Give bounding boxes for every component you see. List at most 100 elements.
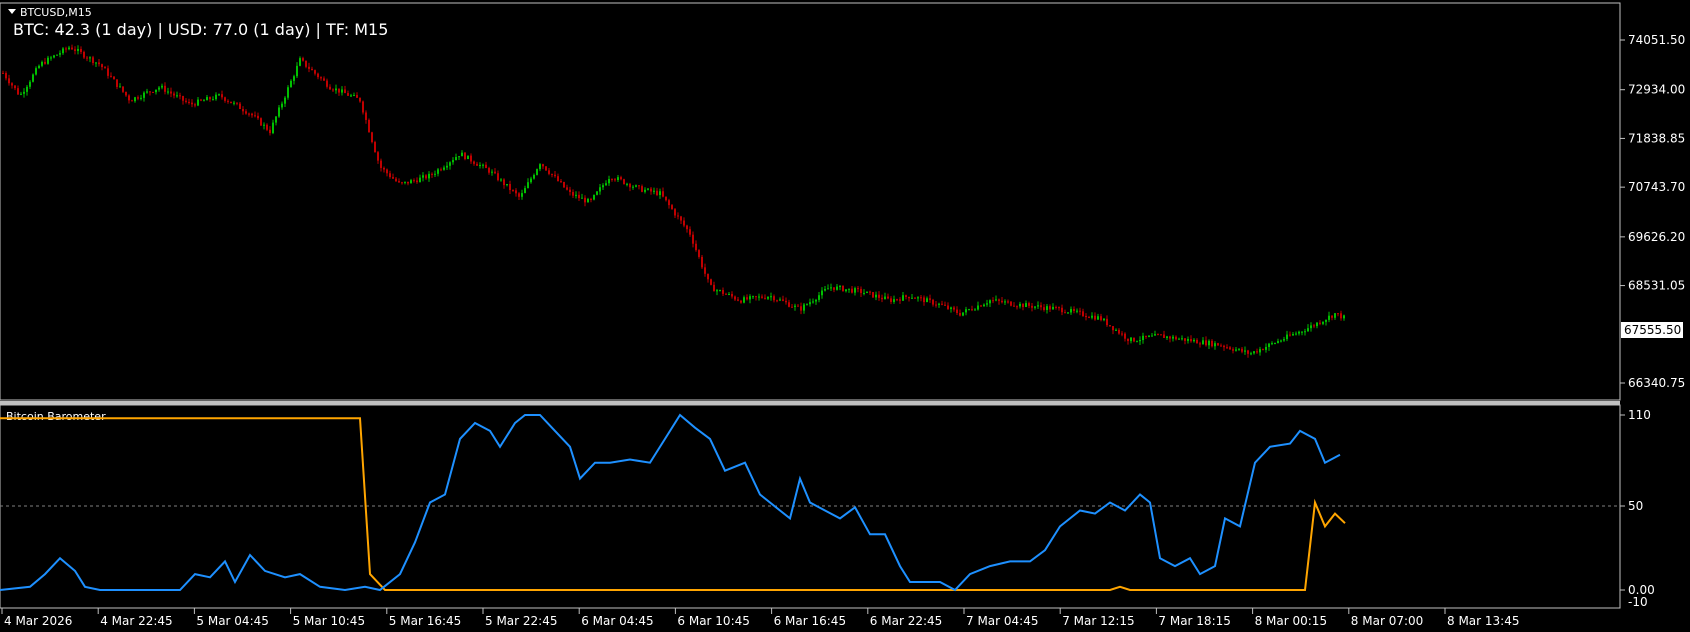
- candle-body: [992, 300, 994, 302]
- candle-body: [1304, 331, 1306, 333]
- candle-body: [437, 169, 439, 174]
- candle-body: [635, 185, 637, 187]
- candle-body: [212, 99, 214, 101]
- candle-body: [1082, 311, 1084, 316]
- candle-body: [1076, 310, 1078, 312]
- candle-body: [1202, 340, 1204, 345]
- candle-body: [602, 185, 604, 188]
- candle-body: [389, 173, 391, 178]
- candle-body: [521, 193, 523, 197]
- candle-body: [1196, 339, 1198, 344]
- candle-body: [200, 99, 202, 101]
- candle-body: [764, 297, 766, 299]
- candle-body: [326, 80, 328, 87]
- candle-body: [779, 299, 781, 301]
- candle-body: [773, 296, 775, 301]
- candle-body: [914, 297, 916, 299]
- candle-body: [1094, 315, 1096, 320]
- candle-body: [947, 305, 949, 309]
- candle-body: [308, 66, 310, 69]
- candle-body: [797, 305, 799, 307]
- candle-body: [305, 60, 307, 67]
- candle-body: [650, 188, 652, 192]
- candle-body: [1160, 334, 1162, 336]
- candle-body: [1127, 338, 1129, 342]
- trading-chart[interactable]: BTCUSD,M15 BTC: 42.3 (1 day) | USD: 77.0…: [0, 0, 1690, 632]
- candle-body: [614, 179, 616, 181]
- candle-body: [311, 68, 313, 71]
- candle-body: [884, 296, 886, 300]
- candle-body: [473, 161, 475, 164]
- candle-body: [71, 47, 73, 50]
- candle-body: [617, 177, 619, 180]
- candle-body: [170, 91, 172, 94]
- candle-body: [644, 189, 646, 192]
- candle-body: [1016, 306, 1018, 308]
- candle-body: [152, 91, 154, 93]
- candle-body: [410, 180, 412, 184]
- candle-body: [1190, 339, 1192, 342]
- candle-body: [1283, 339, 1285, 341]
- candle-body: [173, 93, 175, 96]
- candle-body: [788, 302, 790, 307]
- candle-body: [656, 190, 658, 196]
- candle-body: [587, 198, 589, 203]
- time-tick-label: 8 Mar 00:15: [1255, 614, 1328, 628]
- candle-body: [971, 309, 973, 311]
- candle-body: [803, 304, 805, 311]
- candle-body: [314, 70, 316, 74]
- candle-body: [296, 65, 298, 77]
- candle-body: [1019, 303, 1021, 307]
- panel-separator[interactable]: [0, 401, 1620, 405]
- time-tick-label: 5 Mar 04:45: [196, 614, 269, 628]
- candle-body: [26, 86, 28, 92]
- candle-body: [95, 62, 97, 64]
- candle-body: [1169, 336, 1171, 339]
- candle-body: [641, 186, 643, 192]
- candle-body: [689, 229, 691, 235]
- candle-body: [269, 129, 271, 134]
- candle-body: [140, 97, 142, 99]
- candle-body: [1046, 306, 1048, 310]
- candle-body: [455, 157, 457, 161]
- candle-body: [566, 187, 568, 190]
- candle-body: [1097, 316, 1099, 320]
- candle-body: [527, 182, 529, 189]
- candle-body: [740, 300, 742, 303]
- candle-body: [263, 124, 265, 126]
- candle-body: [1115, 329, 1117, 331]
- candle-body: [509, 184, 511, 191]
- candle-body: [902, 295, 904, 301]
- time-tick-label: 8 Mar 07:00: [1351, 614, 1424, 628]
- candle-body: [782, 299, 784, 301]
- time-tick-label: 4 Mar 22:45: [100, 614, 173, 628]
- candle-body: [1178, 338, 1180, 340]
- candle-body: [203, 100, 205, 102]
- candle-body: [1058, 307, 1060, 309]
- candle-body: [1040, 305, 1042, 308]
- candle-body: [161, 85, 163, 88]
- candle-body: [344, 89, 346, 94]
- candle-body: [731, 293, 733, 297]
- indicator-tick-110: 110: [1628, 408, 1651, 422]
- candle-body: [806, 304, 808, 306]
- candle-body: [407, 181, 409, 184]
- candle-body: [1289, 334, 1291, 336]
- candle-body: [737, 299, 739, 301]
- candle-body: [14, 85, 16, 89]
- candle-body: [701, 256, 703, 268]
- candle-body: [182, 96, 184, 101]
- candle-body: [839, 285, 841, 287]
- candle-body: [995, 299, 997, 301]
- candle-body: [983, 304, 985, 307]
- candle-body: [1310, 325, 1312, 329]
- candle-body: [728, 293, 730, 295]
- candle-body: [422, 175, 424, 178]
- candle-body: [926, 298, 928, 303]
- candle-body: [800, 306, 802, 311]
- candle-body: [1085, 315, 1087, 318]
- candle-body: [83, 51, 85, 58]
- candle-body: [461, 152, 463, 157]
- candle-body: [1172, 336, 1174, 339]
- candle-body: [1199, 343, 1201, 345]
